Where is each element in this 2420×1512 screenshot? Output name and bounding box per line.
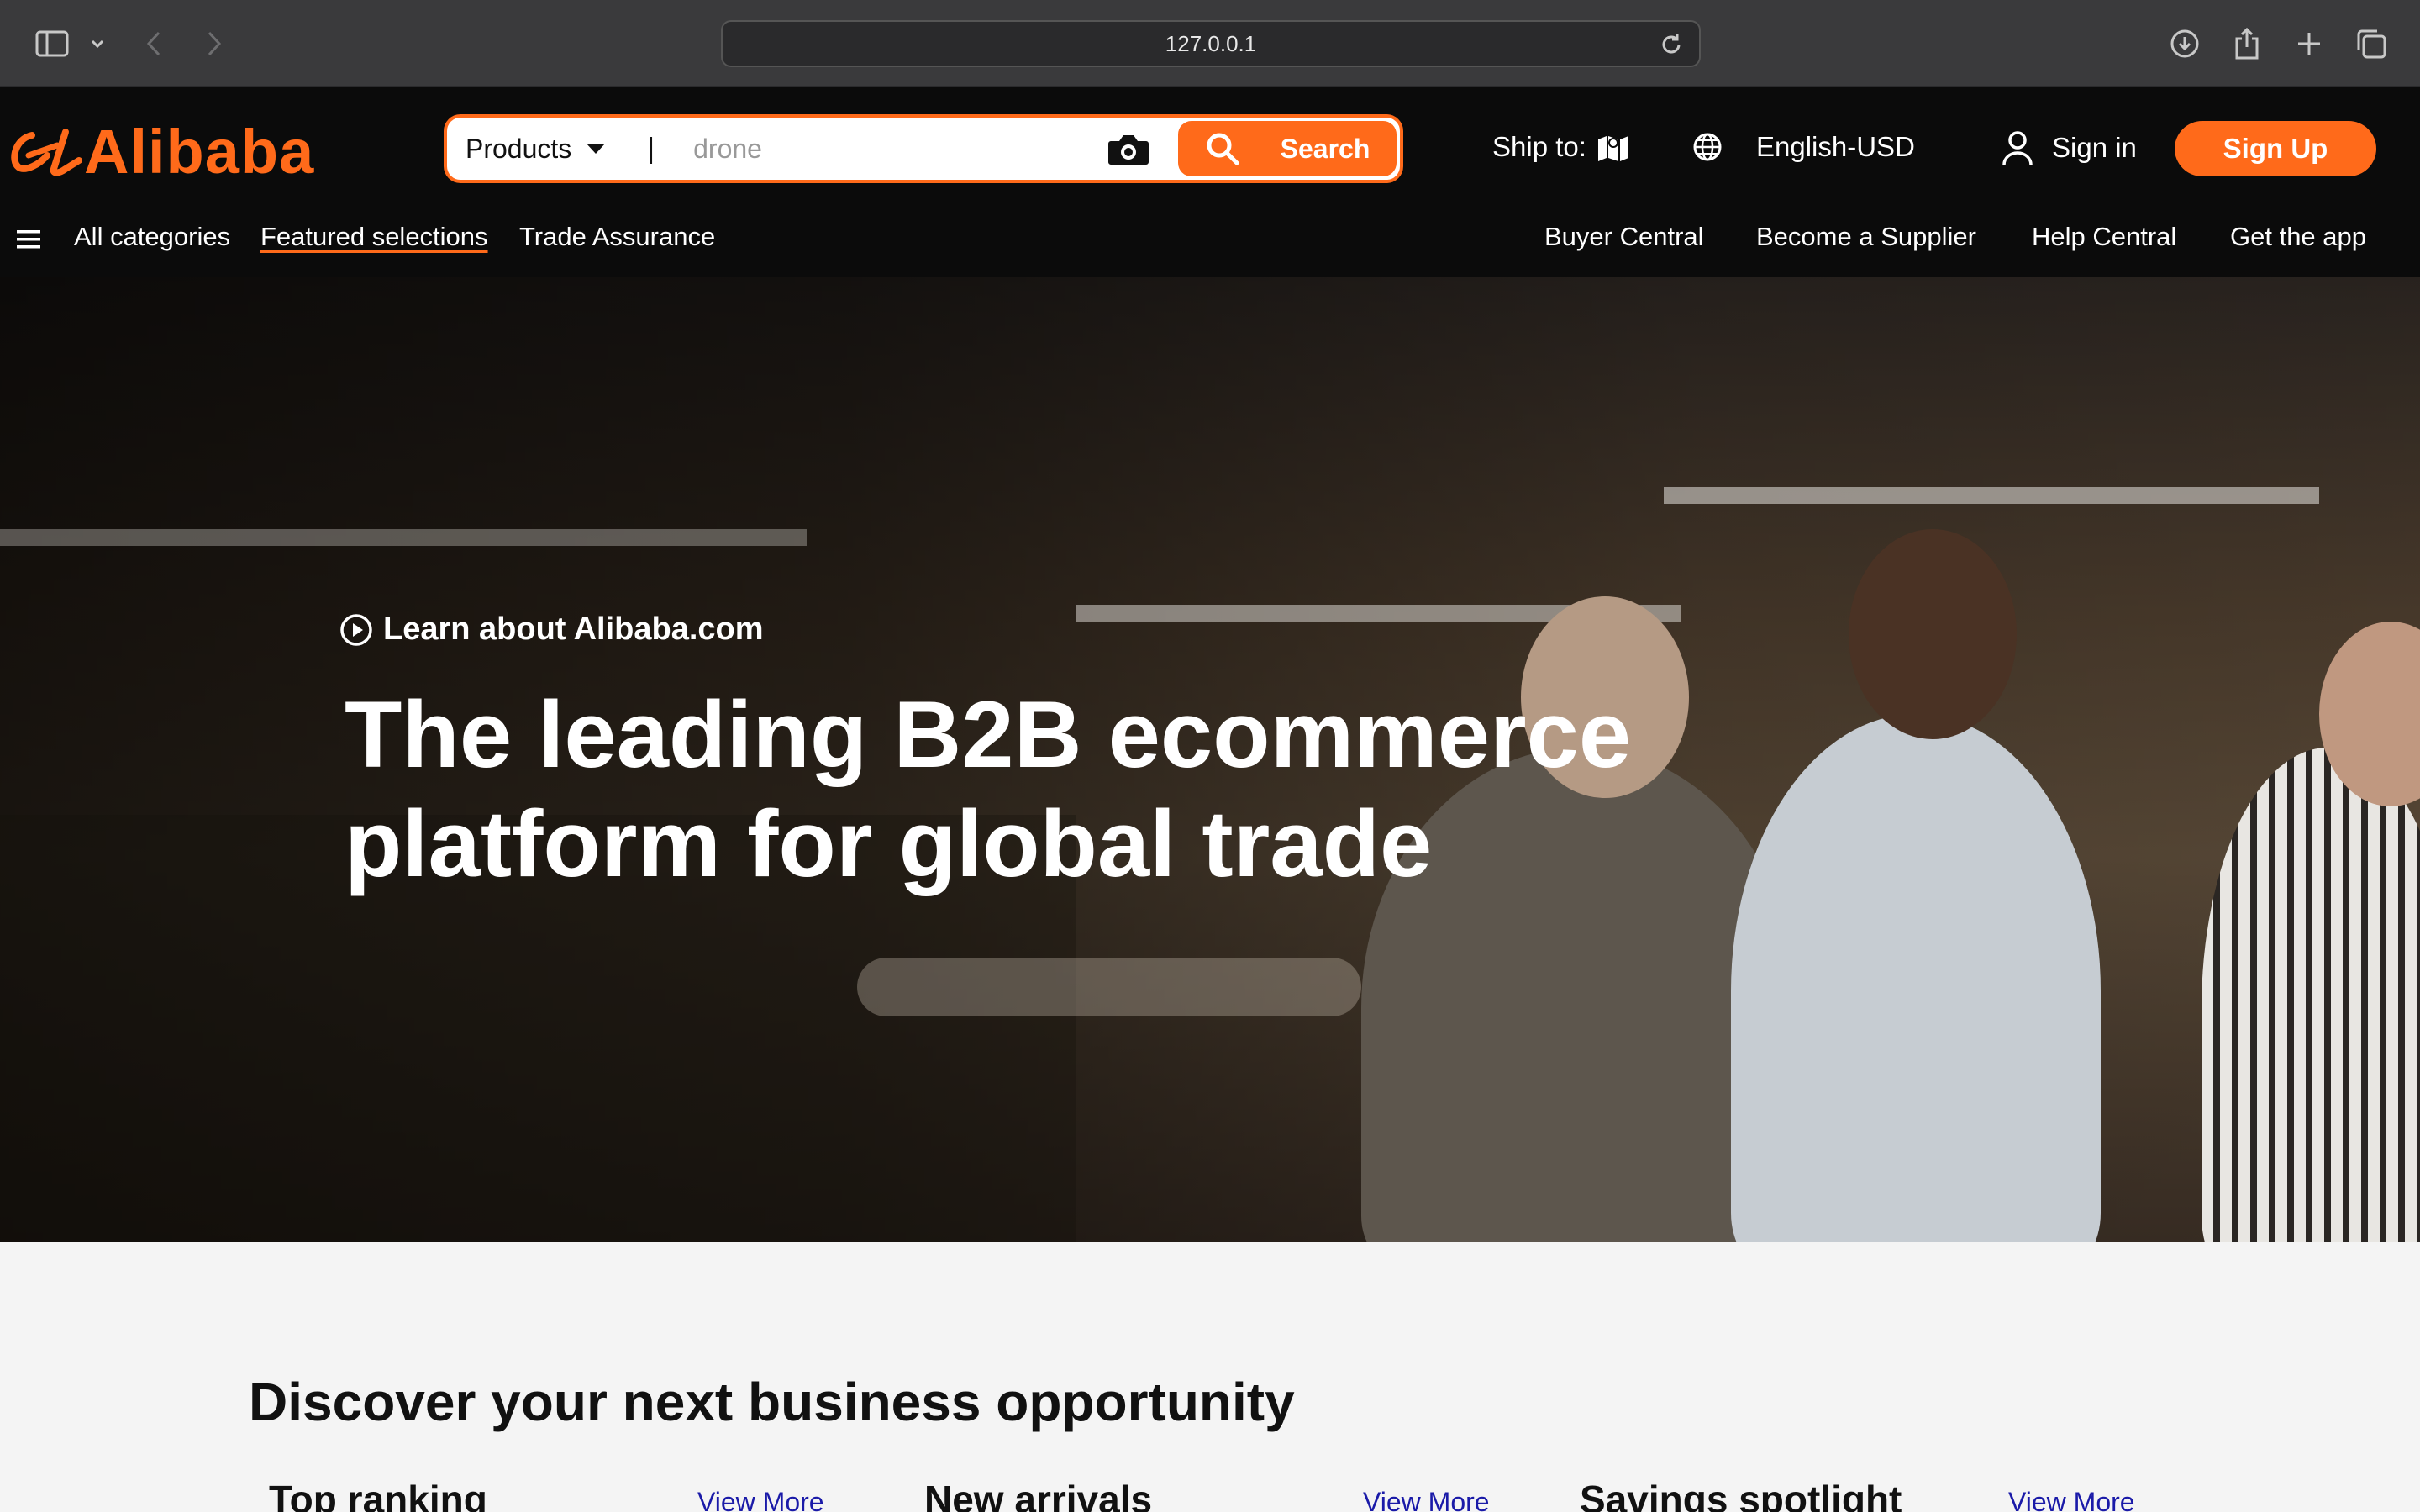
- chevron-down-icon: [91, 39, 104, 49]
- back-icon: [146, 31, 160, 56]
- logo-mark-icon: [11, 129, 82, 176]
- forward-button[interactable]: [202, 25, 227, 62]
- nav-get-the-app[interactable]: Get the app: [2230, 222, 2366, 252]
- nav-buyer-central[interactable]: Buyer Central: [1544, 222, 1704, 252]
- view-more-savings-spotlight[interactable]: View More: [2008, 1487, 2135, 1512]
- logo-text: Alibaba: [84, 117, 315, 186]
- new-tab-icon: [2298, 33, 2320, 55]
- language-currency-label: English-USD: [1756, 131, 1915, 162]
- user-icon: [2002, 131, 2033, 165]
- url-text: 127.0.0.1: [1165, 30, 1257, 56]
- site-header: Alibaba Products | Search Ship to:: [0, 87, 2420, 277]
- learn-about-label: Learn about Alibaba.com: [383, 612, 764, 647]
- hero-photo-roll: [857, 958, 1361, 1016]
- hero-banner: Learn about Alibaba.com The leading B2B …: [0, 277, 2420, 1242]
- sidebar-toggle-button[interactable]: [34, 25, 71, 62]
- hero-headline-line: The leading B2B ecommerce: [345, 682, 1632, 787]
- image-search-button[interactable]: [1107, 131, 1150, 171]
- ship-to-selector[interactable]: Ship to:: [1492, 131, 1630, 163]
- column-title-top-ranking: Top ranking: [269, 1478, 487, 1512]
- address-bar[interactable]: 127.0.0.1: [721, 20, 1701, 67]
- search-category-dropdown[interactable]: Products: [466, 133, 606, 165]
- search-button-label: Search: [1280, 133, 1370, 164]
- column-title-savings-spotlight: Savings spotlight: [1580, 1478, 1902, 1512]
- section-title: Discover your next business opportunity: [249, 1372, 1295, 1432]
- back-button[interactable]: [141, 25, 166, 62]
- hero-photo-person: [1731, 714, 2101, 1242]
- nav-help-central[interactable]: Help Central: [2032, 222, 2176, 252]
- share-icon: [2235, 27, 2259, 60]
- hero-headline: The leading B2B ecommerce platform for g…: [345, 680, 1773, 899]
- search-icon: [1207, 133, 1239, 165]
- sidebar-icon: [35, 30, 69, 57]
- search-input[interactable]: [693, 133, 1089, 165]
- tabs-overview-icon: [2357, 29, 2386, 59]
- hero-headline-line: platform for global trade: [345, 791, 1433, 896]
- globe-icon: [1693, 133, 1722, 161]
- caret-down-icon: [587, 144, 606, 154]
- sign-in-label: Sign in: [2052, 132, 2137, 163]
- play-circle-icon: [340, 613, 372, 646]
- nav-all-categories[interactable]: All categories: [74, 222, 230, 252]
- share-button[interactable]: [2228, 25, 2265, 62]
- map-icon: [1597, 136, 1628, 161]
- view-more-top-ranking[interactable]: View More: [697, 1487, 824, 1512]
- language-currency-selector[interactable]: English-USD: [1692, 131, 1915, 163]
- view-more-new-arrivals[interactable]: View More: [1363, 1487, 1490, 1512]
- search-bar: Products | Search: [444, 114, 1403, 183]
- forward-icon: [208, 31, 222, 56]
- search-button[interactable]: Search: [1178, 121, 1397, 176]
- nav-become-a-supplier[interactable]: Become a Supplier: [1756, 222, 1976, 252]
- camera-icon: [1108, 135, 1149, 165]
- browser-toolbar: 127.0.0.1: [0, 0, 2420, 87]
- alibaba-logo[interactable]: Alibaba: [7, 121, 314, 183]
- new-tab-button[interactable]: [2291, 25, 2328, 62]
- search-separator: |: [647, 132, 655, 165]
- sign-up-label: Sign Up: [2223, 133, 2328, 164]
- hero-photo-person: [2202, 748, 2420, 1242]
- hero-photo-person-head: [1849, 529, 2017, 739]
- nav-trade-assurance[interactable]: Trade Assurance: [519, 222, 715, 252]
- ship-to-label: Ship to:: [1492, 131, 1586, 162]
- reload-icon[interactable]: [1659, 32, 1684, 57]
- tab-group-dropdown[interactable]: [87, 25, 108, 62]
- search-category-label: Products: [466, 133, 572, 164]
- menu-button[interactable]: [17, 228, 42, 255]
- column-title-new-arrivals: New arrivals: [924, 1478, 1153, 1512]
- sign-in-link[interactable]: Sign in: [2002, 129, 2137, 166]
- hero-photo-ceiling-light: [1664, 487, 2319, 504]
- tab-overview-button[interactable]: [2353, 25, 2390, 62]
- nav-featured-selections[interactable]: Featured selections: [260, 222, 488, 252]
- hero-photo-ceiling-light: [0, 529, 807, 546]
- downloads-button[interactable]: [2166, 25, 2203, 62]
- download-icon: [2170, 29, 2199, 58]
- learn-about-link[interactable]: Learn about Alibaba.com: [339, 612, 764, 648]
- sign-up-button[interactable]: Sign Up: [2175, 121, 2376, 176]
- menu-icon: [17, 230, 40, 249]
